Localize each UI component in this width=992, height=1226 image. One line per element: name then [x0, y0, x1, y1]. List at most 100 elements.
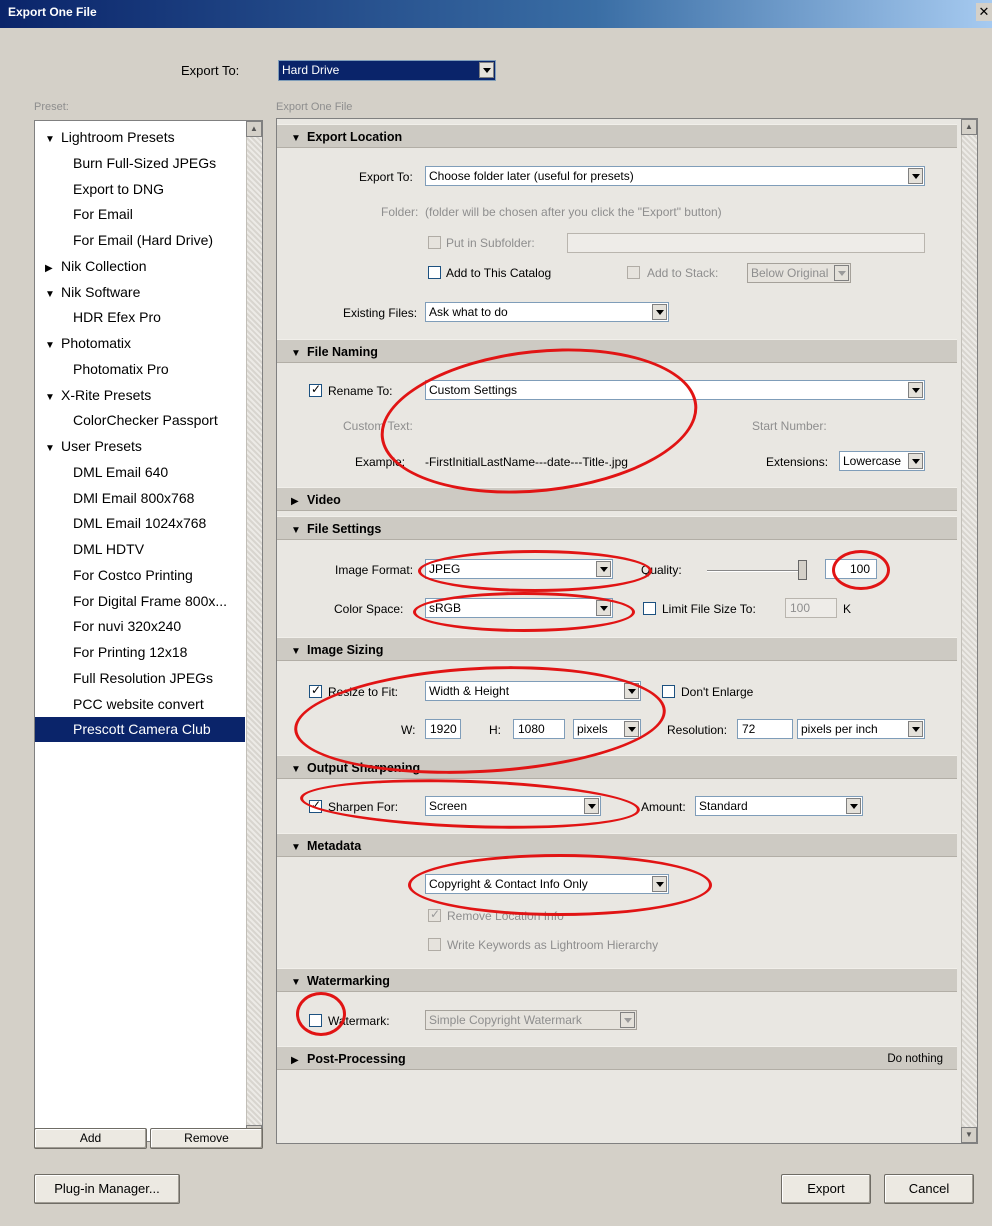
preset-item[interactable]: For Printing 12x18 [35, 640, 245, 665]
scroll-up-icon[interactable]: ▲ [961, 119, 977, 135]
section-export-location[interactable]: ▼ Export Location [277, 124, 957, 148]
preset-folder[interactable]: ▼ User Presets [35, 434, 245, 459]
preset-item[interactable]: For Costco Printing [35, 563, 245, 588]
sharpen-for-select[interactable]: Screen [425, 796, 601, 816]
section-watermarking[interactable]: ▼ Watermarking [277, 968, 957, 992]
watermark-label: Watermark: [328, 1014, 390, 1028]
expanded-triangle-icon[interactable]: ▼ [45, 443, 61, 454]
limit-file-size-checkbox[interactable] [643, 602, 656, 615]
preset-item[interactable]: For nuvi 320x240 [35, 614, 245, 639]
section-output-sharpening[interactable]: ▼ Output Sharpening [277, 755, 957, 779]
existing-files-label: Existing Files: [343, 306, 418, 320]
rename-checkbox[interactable] [309, 382, 322, 397]
close-icon[interactable]: ✕ [976, 3, 992, 21]
sharpen-for-checkbox[interactable] [309, 798, 322, 813]
scroll-down-icon[interactable]: ▼ [961, 1127, 977, 1143]
write-keywords-checkbox[interactable] [428, 938, 441, 951]
preset-item[interactable]: DMl Email 800x768 [35, 486, 245, 511]
section-post-processing[interactable]: ▶ Post-Processing Do nothing [277, 1046, 957, 1070]
quality-input[interactable]: 100 [825, 559, 877, 579]
subfolder-checkbox[interactable] [428, 236, 441, 249]
cancel-button[interactable]: Cancel [884, 1174, 974, 1204]
preset-item[interactable]: For Digital Frame 800x... [35, 589, 245, 614]
preset-item[interactable]: ColorChecker Passport [35, 408, 245, 433]
preset-item[interactable]: Export to DNG [35, 177, 245, 202]
section-file-naming[interactable]: ▼ File Naming [277, 339, 957, 363]
section-video[interactable]: ▶ Video [277, 487, 957, 511]
preset-item[interactable]: Prescott Camera Club [35, 717, 245, 743]
resolution-input[interactable]: 72 [737, 719, 793, 739]
stack-select[interactable]: Below Original [747, 263, 851, 283]
preset-item[interactable]: DML Email 640 [35, 460, 245, 485]
resolution-unit-select[interactable]: pixels per inch [797, 719, 925, 739]
preset-label-text: For nuvi 320x240 [73, 618, 182, 635]
size-unit-select[interactable]: pixels [573, 719, 641, 739]
right-header: Export One File [276, 101, 353, 113]
width-input[interactable]: 1920 [425, 719, 461, 739]
extensions-select[interactable]: Lowercase [839, 451, 925, 471]
section-file-settings[interactable]: ▼ File Settings [277, 516, 957, 540]
resize-to-fit-checkbox[interactable] [309, 683, 322, 698]
preset-folder[interactable]: ▼ Lightroom Presets [35, 125, 245, 150]
start-number-label: Start Number: [752, 419, 827, 433]
rename-select[interactable]: Custom Settings [425, 380, 925, 400]
limit-file-size-input[interactable]: 100 [785, 598, 837, 618]
sharpen-for-label: Sharpen For: [328, 800, 399, 814]
expanded-triangle-icon[interactable]: ▼ [45, 340, 61, 351]
preset-item[interactable]: Photomatix Pro [35, 357, 245, 382]
remove-location-checkbox[interactable] [428, 907, 441, 922]
preset-folder[interactable]: ▼ Nik Software [35, 280, 245, 305]
preset-scrollbar[interactable]: ▲ ▼ [246, 121, 262, 1141]
watermark-checkbox[interactable] [309, 1014, 322, 1027]
preset-item[interactable]: Full Resolution JPEGs [35, 666, 245, 691]
preset-item[interactable]: For Email [35, 202, 245, 227]
preset-folder[interactable]: ▶ Nik Collection [35, 254, 245, 279]
section-image-sizing[interactable]: ▼ Image Sizing [277, 637, 957, 661]
subfolder-input[interactable] [567, 233, 925, 253]
preset-item[interactable]: DML HDTV [35, 537, 245, 562]
settings-scrollbar[interactable]: ▲ ▼ [961, 119, 977, 1143]
quality-slider-track[interactable] [707, 570, 807, 572]
height-input[interactable]: 1080 [513, 719, 565, 739]
expanded-triangle-icon[interactable]: ▼ [45, 134, 61, 145]
resize-to-fit-select[interactable]: Width & Height [425, 681, 641, 701]
expanded-triangle-icon[interactable]: ▼ [45, 392, 61, 403]
preset-folder[interactable]: ▼ X-Rite Presets [35, 383, 245, 408]
chevron-down-icon [596, 561, 611, 577]
dont-enlarge-checkbox[interactable] [662, 685, 675, 698]
chevron-down-icon [652, 304, 667, 320]
rename-label: Rename To: [328, 384, 393, 398]
scroll-up-icon[interactable]: ▲ [246, 121, 262, 137]
metadata-select[interactable]: Copyright & Contact Info Only [425, 874, 669, 894]
add-preset-button[interactable]: Add [34, 1128, 147, 1149]
quality-slider-thumb[interactable] [798, 560, 807, 580]
export-location-select[interactable]: Choose folder later (useful for presets) [425, 166, 925, 186]
preset-label-text: PCC website convert [73, 695, 204, 712]
existing-files-select[interactable]: Ask what to do [425, 302, 669, 322]
preset-item[interactable]: PCC website convert [35, 692, 245, 717]
export-location-label: Export To: [359, 170, 413, 184]
preset-folder[interactable]: ▼ Photomatix [35, 331, 245, 356]
color-space-select[interactable]: sRGB [425, 598, 613, 618]
section-metadata[interactable]: ▼ Metadata [277, 833, 957, 857]
add-to-stack-checkbox[interactable] [627, 266, 640, 279]
watermark-select[interactable]: Simple Copyright Watermark [425, 1010, 637, 1030]
preset-item[interactable]: For Email (Hard Drive) [35, 228, 245, 253]
collapsed-triangle-icon[interactable]: ▶ [45, 263, 61, 274]
preset-item[interactable]: HDR Efex Pro [35, 305, 245, 330]
expanded-triangle-icon: ▼ [291, 348, 301, 359]
top-export-to-select[interactable]: Hard Drive [278, 60, 496, 81]
image-format-select[interactable]: JPEG [425, 559, 613, 579]
add-to-catalog-checkbox[interactable] [428, 266, 441, 279]
preset-label-text: DML Email 1024x768 [73, 515, 207, 532]
expanded-triangle-icon[interactable]: ▼ [45, 289, 61, 300]
amount-select[interactable]: Standard [695, 796, 863, 816]
remove-preset-button[interactable]: Remove [150, 1128, 263, 1149]
add-to-stack-label: Add to Stack: [647, 266, 719, 280]
preset-item[interactable]: Burn Full-Sized JPEGs [35, 151, 245, 176]
export-button[interactable]: Export [781, 1174, 871, 1204]
chevron-down-icon [908, 382, 923, 398]
preset-item[interactable]: DML Email 1024x768 [35, 511, 245, 536]
plugin-manager-button[interactable]: Plug-in Manager... [34, 1174, 180, 1204]
preset-label-text: For Email [73, 206, 133, 223]
